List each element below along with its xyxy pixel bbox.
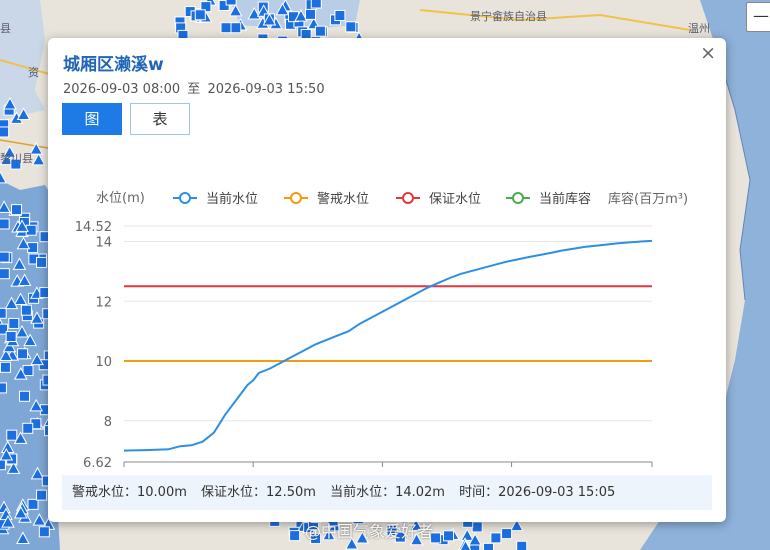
time-range: 2026-09-03 08:00 至 2026-09-03 15:50: [63, 78, 328, 97]
time-start: 2026-09-03 08:00: [63, 82, 181, 97]
station-marker-square[interactable]: [471, 521, 483, 533]
minus-icon: —: [753, 6, 769, 25]
x-tick-label: 2026-09-03 11:50: [328, 470, 436, 472]
y-tick-label: 12: [95, 295, 112, 310]
legend-label: 保证水位: [429, 192, 481, 207]
station-marker-square[interactable]: [314, 25, 326, 37]
time-separator: 至: [187, 82, 201, 97]
station-marker-square[interactable]: [5, 331, 17, 343]
station-marker-square[interactable]: [36, 256, 48, 268]
station-marker-square[interactable]: [482, 542, 494, 550]
info-guarantee-level: 保证水位：12.50m: [201, 485, 316, 500]
station-marker-square[interactable]: [0, 382, 7, 394]
x-tick-label: 2026-09-03 09:55: [199, 470, 307, 472]
station-marker-square[interactable]: [220, 22, 232, 34]
map-label-jingning: 景宁畲族自治县: [470, 10, 547, 23]
station-marker-square[interactable]: [22, 422, 34, 434]
station-marker-square[interactable]: [225, 0, 237, 6]
close-button[interactable]: ×: [700, 43, 716, 63]
x-tick-label: 2026-09-03 13:45: [458, 470, 566, 472]
station-marker-square[interactable]: [0, 268, 10, 280]
station-marker-square[interactable]: [516, 540, 528, 550]
y-tick-label: 14.52: [75, 220, 112, 235]
legend-item-2[interactable]: 警戒水位: [284, 191, 369, 207]
map-label-lichuan: 黎川县: [0, 152, 33, 165]
legend-label: 当前水位: [206, 191, 258, 207]
station-marker-square[interactable]: [304, 8, 316, 20]
y-tick-label: 14: [95, 236, 112, 251]
station-marker-square[interactable]: [36, 489, 48, 501]
legend-label: 当前库容: [539, 191, 591, 207]
tab-table[interactable]: 表: [130, 103, 190, 135]
station-marker-square[interactable]: [490, 532, 502, 544]
station-marker-square[interactable]: [0, 218, 10, 230]
time-end: 2026-09-03 15:50: [207, 82, 325, 97]
legend-marker: [290, 192, 302, 204]
station-marker-square[interactable]: [194, 9, 206, 21]
close-icon: ×: [700, 42, 716, 64]
legend-item-4[interactable]: 当前库容: [506, 191, 591, 207]
station-marker-square[interactable]: [27, 498, 39, 510]
station-title: 城厢区濑溪w: [63, 55, 164, 75]
station-marker-square[interactable]: [17, 348, 29, 360]
station-marker-square[interactable]: [289, 530, 301, 542]
legend-item-3[interactable]: 保证水位: [396, 192, 481, 207]
map-label-xian: 县: [0, 22, 11, 35]
station-marker-square[interactable]: [0, 126, 10, 138]
station-marker-square[interactable]: [345, 21, 357, 33]
station-marker-square[interactable]: [38, 526, 50, 538]
station-marker-square[interactable]: [0, 459, 6, 471]
info-bar: 警戒水位：10.00m 保证水位：12.50m 当前水位：14.02m 时间：2…: [62, 475, 712, 510]
current-water-level-line[interactable]: [123, 239, 653, 452]
station-marker-square[interactable]: [8, 317, 20, 329]
station-marker-square[interactable]: [6, 429, 18, 441]
x-tick-label: 2026-09-03 08:00: [70, 470, 178, 472]
zoom-out-button[interactable]: —: [746, 2, 770, 32]
legend-marker: [512, 192, 524, 204]
station-marker-square[interactable]: [19, 390, 31, 402]
station-marker-square[interactable]: [0, 361, 11, 373]
station-marker-square[interactable]: [20, 304, 32, 316]
station-marker-square[interactable]: [310, 0, 322, 9]
station-marker-square[interactable]: [469, 544, 481, 550]
y2-axis-label: 库容(百万m³): [608, 191, 688, 207]
station-marker-square[interactable]: [501, 528, 513, 540]
station-marker-square[interactable]: [0, 251, 10, 263]
y-axis-label: 水位(m): [96, 191, 145, 206]
legend-marker: [402, 192, 414, 204]
y-tick-label: 6.62: [83, 456, 112, 471]
map-label-zi: 资: [28, 66, 39, 79]
legend-marker: [179, 192, 191, 204]
info-warning-level: 警戒水位：10.00m: [72, 485, 187, 500]
view-tabs: 图 表: [62, 103, 190, 135]
station-marker-square[interactable]: [230, 22, 242, 34]
y-tick-label: 8: [104, 415, 112, 430]
station-marker-square[interactable]: [443, 530, 455, 542]
station-marker-square[interactable]: [334, 10, 346, 22]
station-marker-square[interactable]: [11, 204, 23, 216]
legend-item-1[interactable]: 当前水位: [173, 191, 258, 207]
tab-chart[interactable]: 图: [62, 103, 122, 135]
legend-label: 警戒水位: [317, 191, 369, 207]
info-time: 时间：2026-09-03 15:05: [459, 485, 616, 500]
y-tick-label: 10: [95, 355, 112, 370]
station-marker-square[interactable]: [0, 307, 7, 319]
watermark: @中国气象爱好者: [305, 522, 434, 541]
map-label-wenzhou: 温州: [688, 22, 710, 35]
station-popup: 城厢区濑溪w × 2026-09-03 08:00 至 2026-09-03 1…: [48, 38, 726, 522]
water-level-chart: 水位(m) 当前水位 警戒水位 保证水位 当前库容 库容(百万m³) 6.62 8 10 12 14…: [70, 191, 688, 472]
info-current-level: 当前水位：14.02m: [330, 485, 445, 500]
